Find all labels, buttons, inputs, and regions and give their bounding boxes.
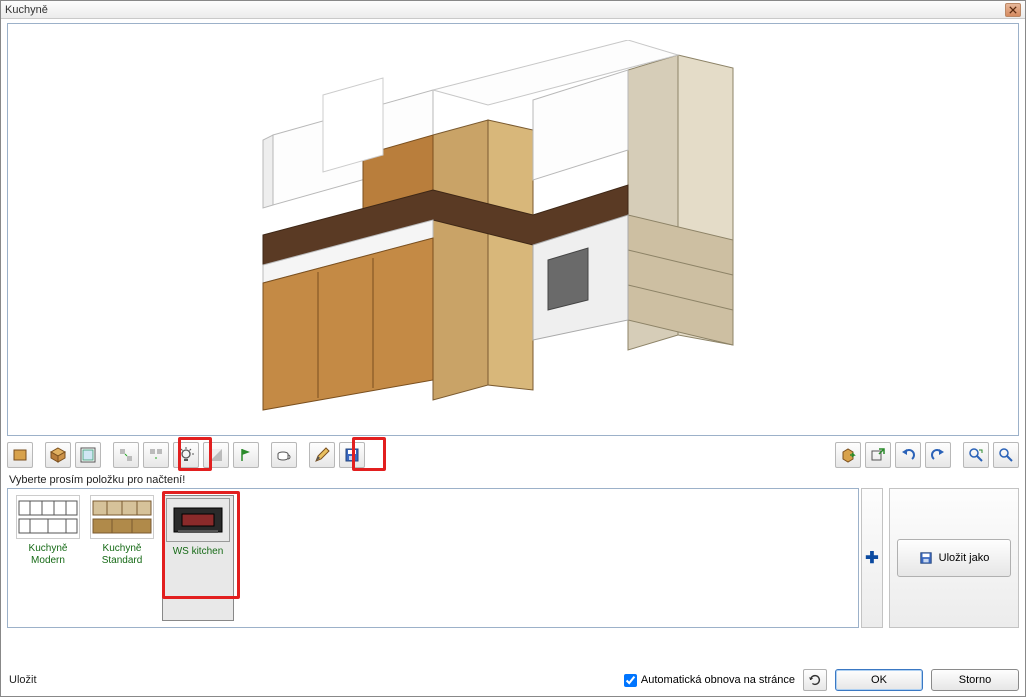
cube-iso-icon xyxy=(50,447,66,463)
tool-redo[interactable] xyxy=(925,442,951,468)
pencil-icon xyxy=(314,447,330,463)
saveas-panel: Uložit jako xyxy=(889,488,1019,628)
redo-icon xyxy=(930,447,946,463)
box-out-icon xyxy=(870,447,886,463)
tool-view-plan[interactable] xyxy=(75,442,101,468)
plan-icon xyxy=(80,447,96,463)
cube-front-icon xyxy=(12,447,28,463)
flag-icon xyxy=(238,447,254,463)
tool-zoom[interactable] xyxy=(993,442,1019,468)
zoom-icon xyxy=(998,447,1014,463)
shade-icon xyxy=(208,447,224,463)
thumb-ws-icon xyxy=(168,500,228,540)
preview-3d-viewport[interactable] xyxy=(7,23,1019,436)
refresh-button[interactable] xyxy=(803,669,827,691)
save-disk-icon xyxy=(344,447,360,463)
tool-save[interactable] xyxy=(339,442,365,468)
kitchen-render-icon xyxy=(233,40,793,420)
tool-package[interactable] xyxy=(835,442,861,468)
ok-label: OK xyxy=(871,674,887,686)
save-as-label: Uložit jako xyxy=(939,552,990,564)
tool-zoom-extents[interactable] xyxy=(963,442,989,468)
preset-item-modern[interactable]: Kuchyně Modern xyxy=(14,495,82,621)
lightbulb-icon xyxy=(178,447,194,463)
select-prompt: Vyberte prosím položku pro načtení! xyxy=(9,474,1019,486)
preset-label: WS kitchen xyxy=(173,546,224,558)
zoom-fit-icon xyxy=(968,447,984,463)
tool-undo[interactable] xyxy=(895,442,921,468)
auto-refresh-label: Automatická obnova na stránce xyxy=(641,674,795,686)
refresh-icon xyxy=(808,673,822,687)
preset-item-standard[interactable]: Kuchyně Standard xyxy=(88,495,156,621)
tool-region-1[interactable] xyxy=(113,442,139,468)
tool-edit[interactable] xyxy=(309,442,335,468)
tool-shade[interactable] xyxy=(203,442,229,468)
undo-icon xyxy=(900,447,916,463)
tool-render[interactable] xyxy=(271,442,297,468)
preset-gallery: Kuchyně Modern Kuchyně Standard WS kitch… xyxy=(7,488,859,628)
save-label: Uložit xyxy=(7,674,37,686)
region2-icon xyxy=(148,447,164,463)
preset-label: Kuchyně Standard xyxy=(88,543,156,567)
save-as-button[interactable]: Uložit jako xyxy=(897,539,1011,577)
tool-view-front[interactable] xyxy=(7,442,33,468)
auto-refresh-checkbox[interactable]: Automatická obnova na stránce xyxy=(624,674,795,687)
window-title: Kuchyně xyxy=(5,4,48,16)
tool-view-iso[interactable] xyxy=(45,442,71,468)
tool-flag[interactable] xyxy=(233,442,259,468)
tool-lighting[interactable] xyxy=(173,442,199,468)
cancel-button[interactable]: Storno xyxy=(931,669,1019,691)
auto-refresh-input[interactable] xyxy=(624,674,637,687)
preset-item-ws-kitchen[interactable]: WS kitchen xyxy=(162,495,234,621)
add-preset-panel[interactable]: ✚ xyxy=(861,488,883,628)
cancel-label: Storno xyxy=(959,674,991,686)
close-icon xyxy=(1009,6,1017,14)
tool-region-2[interactable] xyxy=(143,442,169,468)
plus-icon: ✚ xyxy=(865,548,878,568)
teacup-icon xyxy=(276,447,292,463)
toolbar xyxy=(7,440,1019,470)
titlebar: Kuchyně xyxy=(1,1,1025,19)
bottom-bar: Uložit Automatická obnova na stránce OK … xyxy=(7,664,1019,692)
save-disk-icon xyxy=(919,551,933,565)
thumb-standard-icon xyxy=(92,497,152,537)
region-icon xyxy=(118,447,134,463)
close-button[interactable] xyxy=(1005,3,1021,17)
box-arrow-icon xyxy=(840,447,856,463)
preset-label: Kuchyně Modern xyxy=(14,543,82,567)
ok-button[interactable]: OK xyxy=(835,669,923,691)
thumb-modern-icon xyxy=(18,497,78,537)
tool-export[interactable] xyxy=(865,442,891,468)
